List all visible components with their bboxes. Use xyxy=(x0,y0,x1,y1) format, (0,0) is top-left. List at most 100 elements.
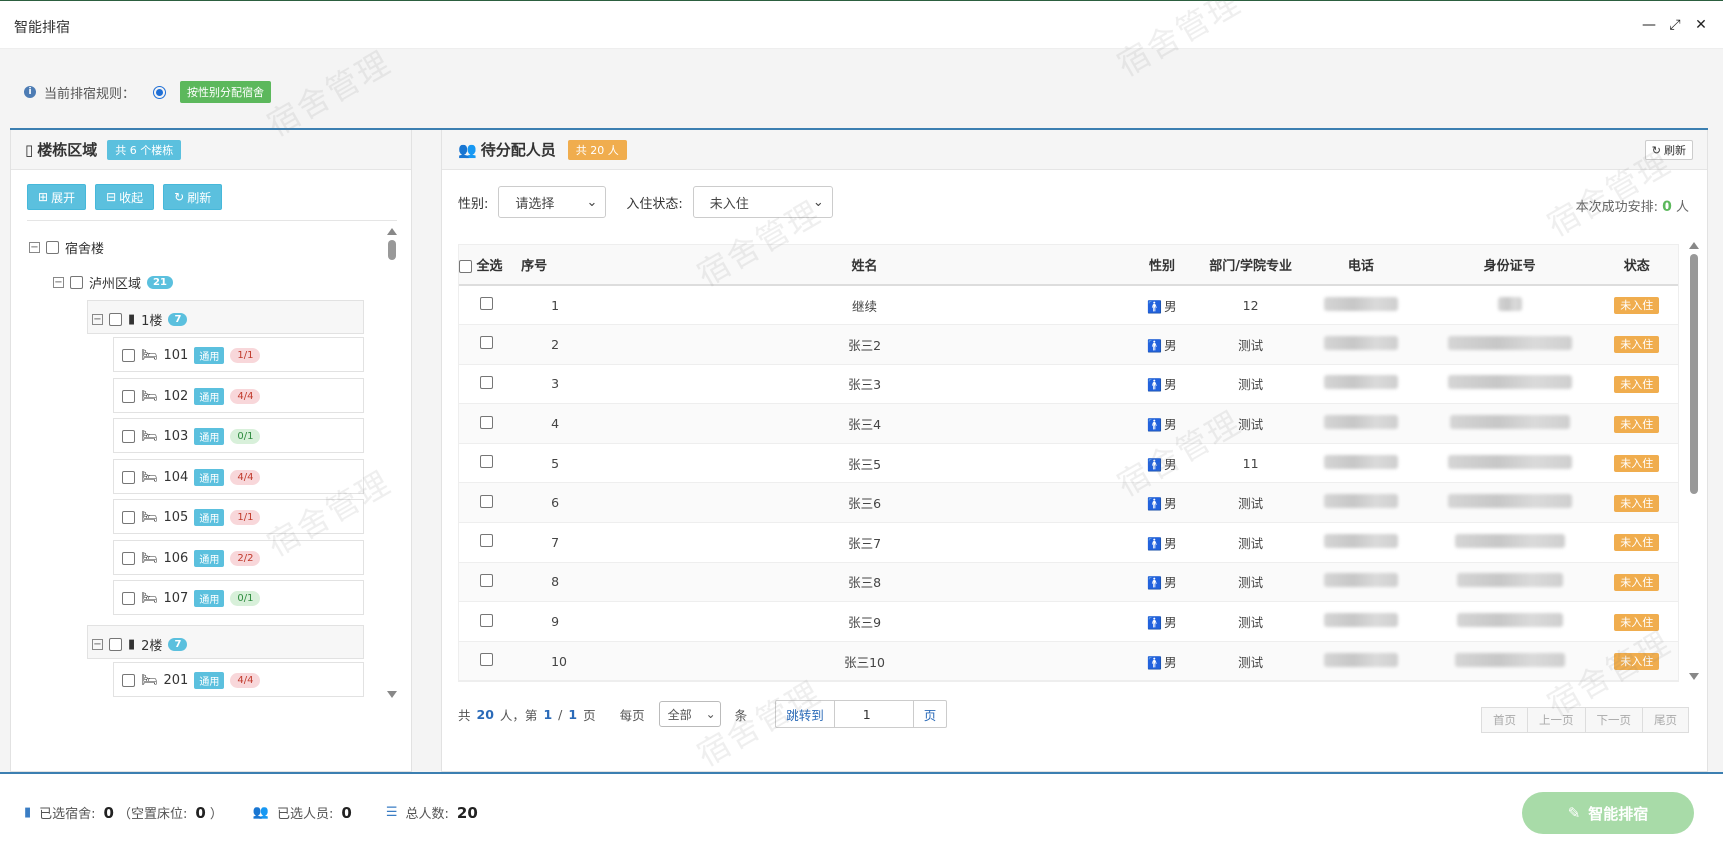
row-checkbox[interactable] xyxy=(479,613,493,627)
collapse-toggle-icon[interactable]: − xyxy=(53,277,64,288)
people-table: 全选 序号 姓名 性别 部门/学院专业 电话 身份证号 状态 1 继续 🚹 男 12 未入… xyxy=(458,244,1679,682)
room-checkbox[interactable] xyxy=(122,511,135,524)
rule-radio[interactable] xyxy=(153,85,167,99)
collapse-toggle-icon[interactable]: − xyxy=(92,639,103,650)
next-page-button[interactable]: 下一页 xyxy=(1584,707,1643,733)
expand-button[interactable]: ⊞ 展开 xyxy=(27,184,87,210)
room-item[interactable]: 🛏 102 通用 4/4 xyxy=(113,377,364,413)
row-checkbox[interactable] xyxy=(479,455,493,469)
room-item[interactable]: 🛏 105 通用 1/1 xyxy=(113,499,364,534)
room-number: 201 xyxy=(163,673,189,688)
room-checkbox[interactable] xyxy=(122,470,135,484)
row-select[interactable] xyxy=(459,641,514,681)
scroll-thumb[interactable] xyxy=(388,240,396,260)
table-row[interactable]: 2 张三2 🚹 男测试 未入住 xyxy=(459,324,1678,365)
row-checkbox[interactable] xyxy=(479,375,493,389)
table-row[interactable]: 10 张三10 🚹 男测试 未入住 xyxy=(459,641,1678,681)
row-select[interactable] xyxy=(459,324,514,365)
cell-id-card-redacted xyxy=(1425,641,1594,681)
close-icon[interactable]: ✕ xyxy=(1693,17,1709,33)
tree-scrollbar[interactable] xyxy=(387,228,397,698)
room-checkbox[interactable] xyxy=(122,674,135,687)
room-checkbox[interactable] xyxy=(122,349,135,362)
people-refresh-button[interactable]: ↻ 刷新 xyxy=(1644,140,1693,160)
select-all-header[interactable]: 全选 xyxy=(459,245,514,286)
room-item[interactable]: 🛏 107 通用 0/1 xyxy=(113,580,364,615)
room-checkbox[interactable] xyxy=(122,389,135,403)
scroll-thumb[interactable] xyxy=(1690,254,1698,494)
jump-to-button[interactable]: 跳转到 xyxy=(776,701,834,727)
row-checkbox[interactable] xyxy=(479,573,493,587)
room-type-tag: 通用 xyxy=(194,468,225,486)
occupancy-badge: 1/1 xyxy=(230,510,261,525)
room-item[interactable]: 🛏 101 通用 1/1 xyxy=(113,337,364,372)
table-row[interactable]: 9 张三9 🚹 男测试 未入住 xyxy=(459,601,1678,642)
first-page-button[interactable]: 首页 xyxy=(1481,707,1528,733)
table-row[interactable]: 4 张三4 🚹 男测试 未入住 xyxy=(459,403,1678,444)
tree-node-area[interactable]: − 泸州区域 21 xyxy=(53,273,173,292)
row-checkbox[interactable] xyxy=(479,297,493,311)
tree-refresh-button[interactable]: ↻ 刷新 xyxy=(163,184,223,210)
table-row[interactable]: 1 继续 🚹 男 12 未入住 xyxy=(459,285,1678,326)
table-scrollbar[interactable] xyxy=(1689,242,1699,680)
table-row[interactable]: 3 张三3 🚹 男测试 未入住 xyxy=(459,364,1678,405)
room-checkbox[interactable] xyxy=(122,592,135,605)
row-checkbox[interactable] xyxy=(479,336,493,350)
row-select[interactable] xyxy=(459,562,514,603)
male-icon: 🚹 xyxy=(1147,616,1163,631)
building-checkbox[interactable] xyxy=(46,241,59,254)
gender-select[interactable]: 请选择 ⌄ xyxy=(498,186,607,218)
scroll-down-icon[interactable] xyxy=(387,691,397,698)
cell-gender: 🚹男 xyxy=(1118,601,1206,642)
room-checkbox[interactable] xyxy=(122,430,135,443)
smart-arrange-button[interactable]: ✎ 智能排宿 xyxy=(1522,792,1694,834)
scroll-down-icon[interactable] xyxy=(1689,673,1699,680)
floor-checkbox[interactable] xyxy=(109,638,122,651)
jump-page-input[interactable]: 1 xyxy=(833,701,914,727)
room-item[interactable]: 🛏 104 通用 4/4 xyxy=(113,458,364,494)
table-row[interactable]: 5 张三5 🚹 男 11 未入住 xyxy=(459,443,1678,484)
tree-node-floor[interactable]: − ▮ 2楼 7 xyxy=(87,625,364,659)
row-select[interactable] xyxy=(459,522,514,563)
male-icon: 🚹 xyxy=(1147,457,1163,472)
floor-checkbox[interactable] xyxy=(109,313,122,326)
row-checkbox[interactable] xyxy=(479,415,493,429)
per-page-select[interactable]: 全部 ⌄ xyxy=(658,701,721,727)
row-select[interactable] xyxy=(459,364,514,405)
tree-node-building[interactable]: − 宿舍楼 xyxy=(29,238,104,257)
row-checkbox[interactable] xyxy=(479,494,493,508)
room-item[interactable]: 🛏 106 通用 2/2 xyxy=(113,539,364,575)
room-item[interactable]: 🛏 103 通用 0/1 xyxy=(113,418,364,453)
room-row: 🛏 103 通用 0/1 xyxy=(122,428,261,445)
select-all-checkbox[interactable] xyxy=(459,260,472,273)
table-row[interactable]: 6 张三6 🚹 男测试 未入住 xyxy=(459,482,1678,524)
prev-page-button[interactable]: 上一页 xyxy=(1527,707,1586,733)
table-row[interactable]: 11张三11🚹男测试 未入住 xyxy=(459,680,1678,681)
status-select[interactable]: 未入住 ⌄ xyxy=(692,186,833,218)
scroll-up-icon[interactable] xyxy=(1689,242,1699,249)
collapse-toggle-icon[interactable]: − xyxy=(29,242,40,253)
refresh-icon: ↻ xyxy=(174,190,185,204)
tree-node-floor[interactable]: − ▮ 1楼 7 xyxy=(87,300,364,334)
row-checkbox[interactable] xyxy=(479,653,493,667)
collapse-toggle-icon[interactable]: − xyxy=(92,314,103,325)
room-item[interactable]: 🛏 201 通用 4/4 xyxy=(113,662,364,697)
row-select[interactable] xyxy=(459,403,514,444)
last-page-button[interactable]: 尾页 xyxy=(1642,707,1689,733)
row-select[interactable] xyxy=(459,680,514,681)
cell-phone-redacted xyxy=(1296,562,1426,603)
main-area: i 当前排宿规则： 按性别分配宿舍 ▯ 楼栋区域 共 6 个楼栋 ⊞ 展开 ⊟ 收起… xyxy=(0,0,1723,774)
minimize-icon[interactable]: — xyxy=(1641,17,1657,33)
room-checkbox[interactable] xyxy=(122,551,135,565)
collapse-button[interactable]: ⊟ 收起 xyxy=(95,184,155,210)
row-select[interactable] xyxy=(459,482,514,524)
row-select[interactable] xyxy=(459,443,514,484)
table-row[interactable]: 7 张三7 🚹 男测试 未入住 xyxy=(459,522,1678,563)
maximize-icon[interactable]: ⤢ xyxy=(1667,17,1683,33)
scroll-up-icon[interactable] xyxy=(387,228,397,235)
row-select[interactable] xyxy=(459,601,514,642)
area-checkbox[interactable] xyxy=(70,276,83,289)
row-checkbox[interactable] xyxy=(479,534,493,548)
table-row[interactable]: 8 张三8 🚹 男测试 未入住 xyxy=(459,562,1678,603)
row-select[interactable] xyxy=(459,285,514,326)
